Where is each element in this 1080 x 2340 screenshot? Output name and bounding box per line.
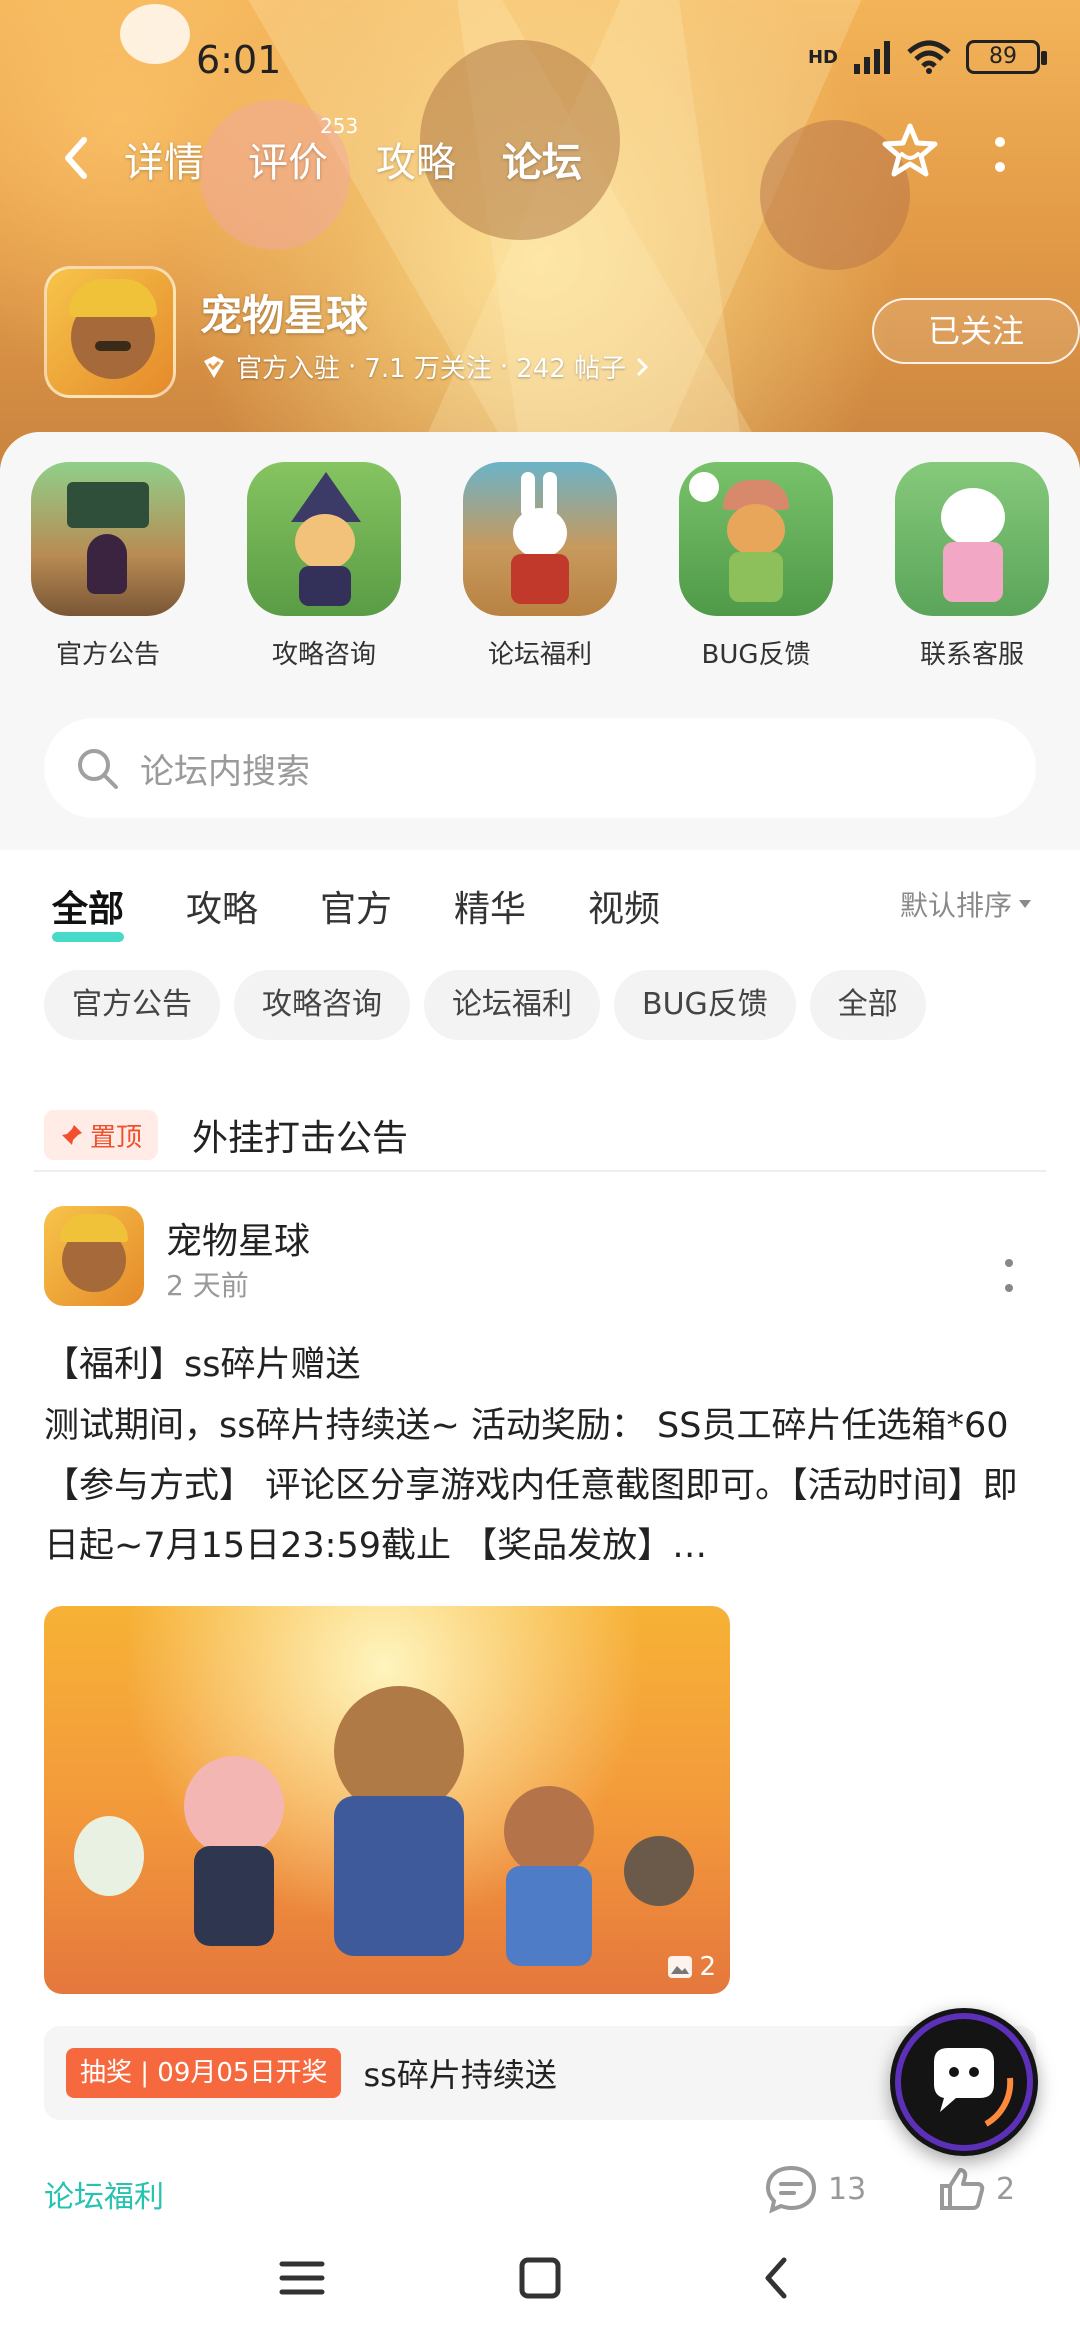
shortcut-bug-report-image bbox=[679, 462, 833, 616]
game-meta: 官方入驻 · 7.1 万关注 · 242 帖子 bbox=[200, 348, 650, 385]
pinned-title: 外挂打击公告 bbox=[192, 1118, 409, 1159]
image-count-value: 2 bbox=[699, 1952, 716, 1982]
search-input[interactable]: 论坛内搜索 bbox=[44, 718, 1036, 818]
more-icon[interactable] bbox=[990, 132, 1010, 182]
pinned-label: 置顶 bbox=[90, 1122, 143, 1153]
back-icon[interactable] bbox=[50, 128, 110, 188]
search-placeholder: 论坛内搜索 bbox=[140, 751, 310, 792]
status-icons: HD 89 bbox=[807, 40, 1047, 74]
sort-arrow-icon bbox=[1019, 900, 1031, 908]
shortcut-label: 攻略咨询 bbox=[271, 640, 376, 670]
image-count: 2 bbox=[667, 1952, 716, 1982]
category-chips: 官方公告 攻略咨询 论坛福利 BUG反馈 全部 bbox=[44, 970, 926, 1040]
tab-forum[interactable]: 论坛 bbox=[502, 130, 582, 188]
chevron-right-icon bbox=[637, 357, 649, 376]
review-count-badge: 253 bbox=[320, 114, 359, 138]
filter-tab-all[interactable]: 全部 bbox=[52, 880, 125, 942]
shortcut-bug-report[interactable]: BUG反馈 bbox=[648, 462, 864, 671]
filter-tab-videos[interactable]: 视频 bbox=[588, 880, 660, 932]
post-author[interactable]: 宠物星球 bbox=[166, 1212, 310, 1264]
game-name: 宠物星球 bbox=[200, 291, 369, 340]
posts-count[interactable]: 242 帖子 bbox=[516, 348, 626, 385]
sort-dropdown[interactable]: 默认排序 bbox=[900, 884, 1032, 924]
system-navigation-bar bbox=[0, 2218, 1080, 2340]
shortcut-customer-service-image bbox=[895, 462, 1049, 616]
comment-button[interactable]: 13 bbox=[764, 2164, 866, 2214]
game-icon[interactable] bbox=[44, 266, 176, 398]
game-info: 宠物星球 官方入驻 · 7.1 万关注 · 242 帖子 已关注 bbox=[44, 266, 1080, 406]
more-icon[interactable] bbox=[1004, 1258, 1014, 1294]
home-icon[interactable] bbox=[510, 2248, 570, 2308]
divider bbox=[34, 1170, 1046, 1172]
shortcut-guide-consult[interactable]: 攻略咨询 bbox=[216, 462, 432, 671]
shortcut-label: 论坛福利 bbox=[487, 640, 592, 670]
tab-reviews[interactable]: 评价 bbox=[248, 130, 328, 188]
menu-icon[interactable] bbox=[272, 2248, 332, 2308]
wifi-icon bbox=[907, 40, 951, 74]
meta-separator: · bbox=[348, 351, 357, 382]
comment-icon bbox=[765, 2165, 817, 2214]
pinned-badge: 置顶 bbox=[44, 1110, 159, 1160]
shortcut-row: 官方公告 攻略咨询 论坛福利 BUG反馈 联系客服 bbox=[0, 462, 1080, 671]
shortcut-customer-service[interactable]: 联系客服 bbox=[864, 462, 1080, 671]
pin-icon bbox=[62, 1125, 82, 1145]
network-label: HD bbox=[807, 46, 838, 68]
like-icon bbox=[940, 2168, 985, 2210]
shortcut-guide-consult-image bbox=[247, 462, 401, 616]
shortcut-area: 官方公告 攻略咨询 论坛福利 BUG反馈 联系客服 论坛内搜索 bbox=[0, 432, 1080, 850]
filter-tab-official[interactable]: 官方 bbox=[320, 880, 392, 932]
filter-tab-guides[interactable]: 攻略 bbox=[186, 880, 258, 932]
official-label: 官方入驻 bbox=[236, 354, 341, 384]
shortcut-forum-welfare-image bbox=[463, 462, 617, 616]
verified-icon bbox=[204, 355, 224, 378]
chip-bug-report[interactable]: BUG反馈 bbox=[614, 970, 796, 1040]
post-body: 测试期间，ss碎片持续送~ 活动奖励： SS员工碎片任选箱*60 【参与方式】 … bbox=[44, 1406, 1018, 1566]
shortcut-official-notice-image bbox=[31, 462, 185, 616]
lottery-banner[interactable]: 抽奖 | 09月05日开奖 ss碎片持续送 bbox=[44, 2026, 1036, 2120]
like-button[interactable]: 2 bbox=[936, 2164, 1015, 2214]
chat-icon bbox=[895, 2013, 1033, 2151]
follow-button[interactable]: 已关注 bbox=[872, 298, 1080, 364]
post-title: 【福利】ss碎片赠送 bbox=[44, 1345, 361, 1385]
game-header-banner: 6:01 HD 89 详情 评价 253 攻略 论坛 宠物星球 官方入驻 · 7… bbox=[0, 0, 1080, 480]
tab-guides[interactable]: 攻略 bbox=[376, 130, 456, 188]
image-icon bbox=[668, 1956, 693, 1978]
chip-forum-welfare[interactable]: 论坛福利 bbox=[424, 970, 600, 1040]
tab-details[interactable]: 详情 bbox=[124, 130, 204, 188]
shortcut-label: 联系客服 bbox=[919, 640, 1024, 670]
meta-separator: · bbox=[499, 351, 509, 382]
filter-tabs: 全部 攻略 官方 精华 视频 默认排序 bbox=[52, 880, 1032, 950]
chip-guide-consult[interactable]: 攻略咨询 bbox=[234, 970, 410, 1040]
avatar[interactable] bbox=[44, 1206, 144, 1306]
post-image[interactable]: 2 bbox=[44, 1606, 730, 1994]
like-count: 2 bbox=[996, 2171, 1016, 2207]
comment-count: 13 bbox=[828, 2171, 867, 2207]
post-time: 2 天前 bbox=[166, 1269, 249, 1302]
chat-floating-button[interactable] bbox=[890, 2008, 1038, 2156]
shortcut-forum-welfare[interactable]: 论坛福利 bbox=[432, 462, 648, 671]
followers-count: 7.1 万关注 bbox=[364, 354, 492, 384]
chip-all[interactable]: 全部 bbox=[809, 970, 926, 1040]
shortcut-label: BUG反馈 bbox=[701, 640, 811, 670]
post-footer: 论坛福利 13 2 bbox=[44, 2164, 1036, 2224]
shortcut-official-notice[interactable]: 官方公告 bbox=[0, 462, 216, 671]
battery-indicator: 89 bbox=[966, 40, 1047, 74]
sort-label: 默认排序 bbox=[899, 889, 1012, 922]
shortcut-label: 官方公告 bbox=[55, 640, 160, 670]
back-nav-icon[interactable] bbox=[748, 2248, 808, 2308]
search-icon bbox=[78, 749, 118, 789]
star-icon[interactable] bbox=[878, 120, 942, 184]
chip-official-notice[interactable]: 官方公告 bbox=[44, 970, 220, 1040]
top-navbar: 详情 评价 253 攻略 论坛 bbox=[0, 114, 1080, 200]
status-time: 6:01 bbox=[196, 38, 282, 82]
lottery-tag: 抽奖 | 09月05日开奖 bbox=[66, 2048, 342, 2098]
status-bar: 6:01 HD 89 bbox=[0, 0, 1080, 120]
pinned-post[interactable]: 置顶 外挂打击公告 bbox=[44, 1100, 1036, 1170]
signal-icon bbox=[854, 41, 890, 74]
filter-tab-featured[interactable]: 精华 bbox=[454, 880, 526, 932]
lottery-text: ss碎片持续送 bbox=[363, 2056, 557, 2094]
post-category-tag[interactable]: 论坛福利 bbox=[44, 2172, 164, 2216]
